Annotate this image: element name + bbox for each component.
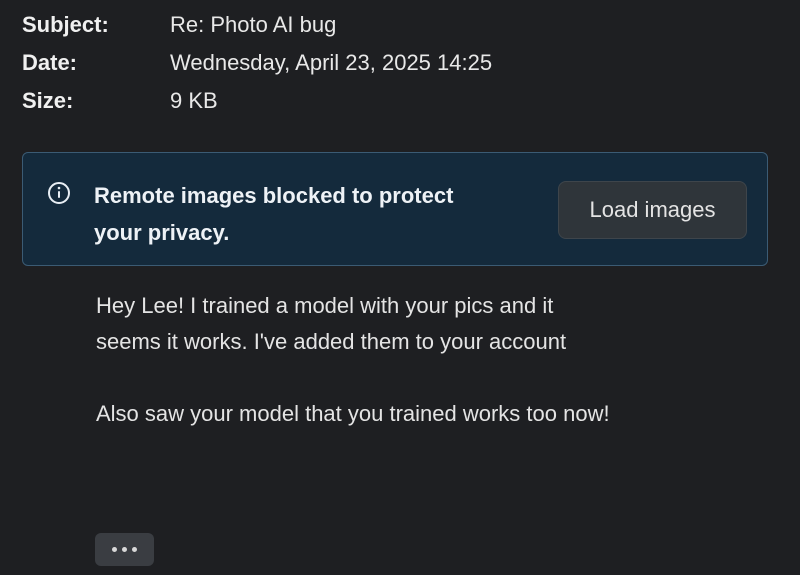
size-value: 9 KB — [170, 88, 218, 113]
subject-row: Subject: Re: Photo AI bug — [22, 6, 492, 44]
show-more-button[interactable] — [95, 533, 154, 566]
message-body: Hey Lee! I trained a model with your pic… — [96, 288, 716, 432]
banner-message-line2: your privacy. — [94, 220, 230, 245]
date-row: Date: Wednesday, April 23, 2025 14:25 — [22, 44, 492, 82]
message-line: Also saw your model that you trained wor… — [96, 401, 610, 426]
info-icon — [48, 182, 70, 204]
ellipsis-icon — [122, 547, 127, 552]
message-line: seems it works. I've added them to your … — [96, 329, 567, 354]
banner-message-line1: Remote images blocked to protect — [94, 183, 454, 208]
email-header: Subject: Re: Photo AI bug Date: Wednesda… — [22, 6, 492, 120]
subject-value: Re: Photo AI bug — [170, 12, 337, 37]
size-label: Size: — [22, 88, 74, 113]
date-label: Date: — [22, 50, 78, 75]
ellipsis-icon — [112, 547, 117, 552]
size-row: Size: 9 KB — [22, 82, 492, 120]
date-value: Wednesday, April 23, 2025 14:25 — [170, 50, 493, 75]
remote-images-banner: Remote images blocked to protect your pr… — [22, 152, 768, 266]
load-images-button[interactable]: Load images — [558, 181, 747, 239]
ellipsis-icon — [132, 547, 137, 552]
message-line: Hey Lee! I trained a model with your pic… — [96, 293, 554, 318]
banner-message: Remote images blocked to protect your pr… — [94, 177, 514, 251]
subject-label: Subject: — [22, 12, 109, 37]
